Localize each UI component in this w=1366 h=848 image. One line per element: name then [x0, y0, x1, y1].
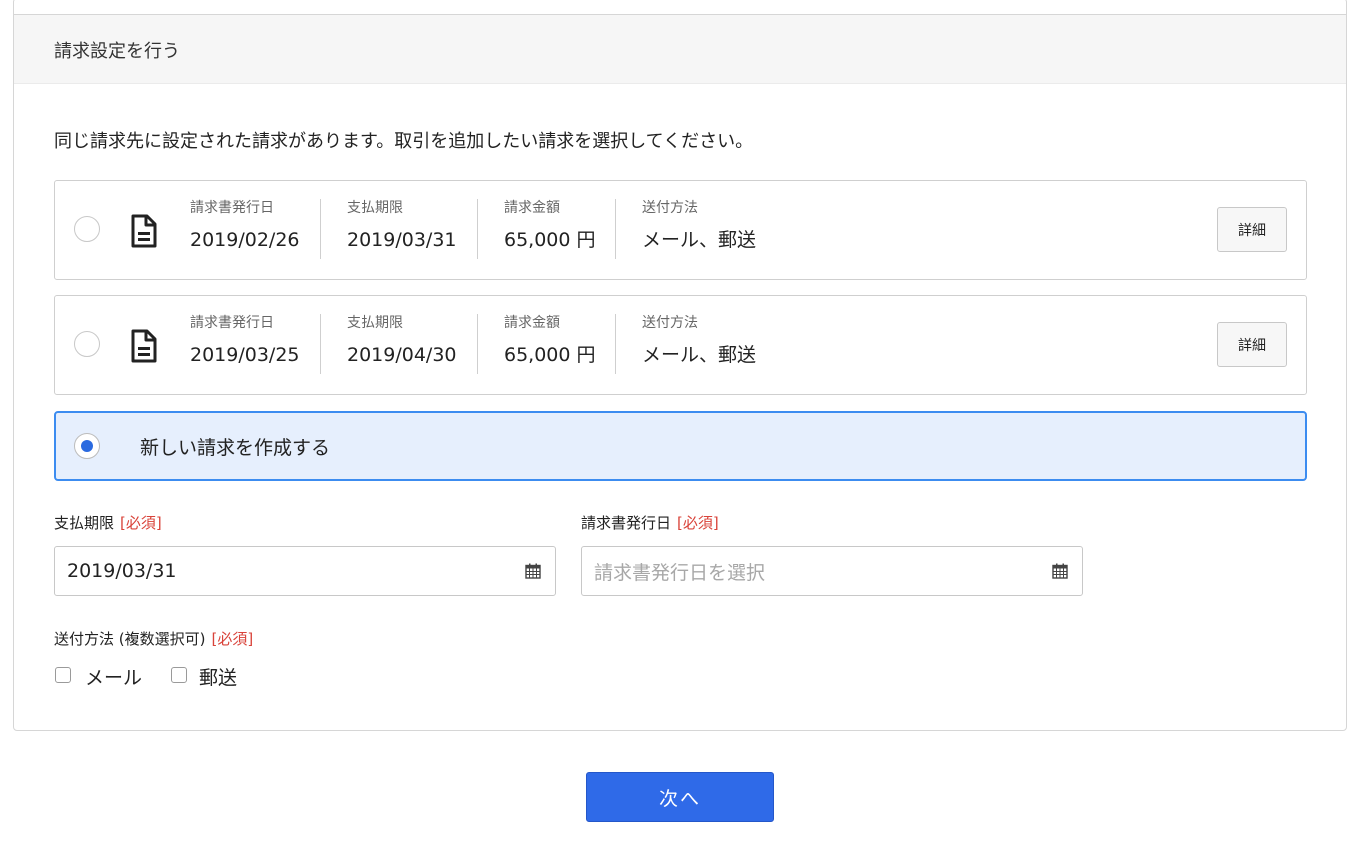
card-title: 請求設定を行う — [54, 41, 180, 62]
due-date-value: 2019/03/31 — [347, 229, 457, 251]
due-date-input-value: 2019/03/31 — [67, 560, 177, 582]
detail-button[interactable]: 詳細 — [1217, 207, 1287, 252]
method-form-label-text: 送付方法 (複数選択可) — [54, 630, 206, 648]
billing-settings-card: 請求設定を行う 同じ請求先に設定された請求があります。取引を追加したい請求を選択… — [13, 0, 1347, 731]
issue-date-field: 請求書発行日 2019/02/26 — [190, 199, 300, 261]
divider — [477, 199, 478, 259]
issue-date-input[interactable]: 請求書発行日を選択 — [581, 546, 1083, 596]
invoice-radio[interactable] — [74, 216, 100, 242]
issue-date-label: 請求書発行日 — [190, 315, 274, 331]
required-marker: [必須] — [211, 630, 254, 648]
amount-value: 65,000 円 — [504, 344, 596, 366]
new-invoice-option[interactable]: 新しい請求を作成する — [54, 411, 1307, 481]
amount-field: 請求金額 65,000 円 — [504, 314, 596, 376]
issue-date-form-label: 請求書発行日 [必須] — [581, 512, 719, 533]
method-value: メール、郵送 — [642, 344, 757, 366]
divider — [477, 314, 478, 374]
issue-date-value: 2019/03/25 — [190, 344, 300, 366]
method-form-label: 送付方法 (複数選択可) [必須] — [54, 628, 253, 649]
amount-label: 請求金額 — [504, 315, 560, 331]
intro-text: 同じ請求先に設定された請求があります。取引を追加したい請求を選択してください。 — [54, 131, 754, 152]
due-date-label: 支払期限 — [347, 200, 403, 216]
due-date-value: 2019/04/30 — [347, 344, 457, 366]
amount-label: 請求金額 — [504, 200, 560, 216]
divider — [320, 199, 321, 259]
issue-date-form-label-text: 請求書発行日 — [581, 514, 672, 532]
method-field: 送付方法 メール、郵送 — [642, 314, 756, 376]
due-date-form-label-text: 支払期限 — [54, 514, 115, 532]
detail-button[interactable]: 詳細 — [1217, 322, 1287, 367]
amount-field: 請求金額 65,000 円 — [504, 199, 596, 261]
invoice-option[interactable]: 請求書発行日 2019/02/26 支払期限 2019/03/31 請求金額 6… — [54, 180, 1307, 280]
method-value: メール、郵送 — [642, 229, 757, 251]
method-field: 送付方法 メール、郵送 — [642, 199, 756, 261]
amount-value: 65,000 円 — [504, 229, 596, 251]
new-invoice-radio[interactable] — [74, 433, 100, 459]
method-label: 送付方法 — [642, 200, 698, 216]
divider — [615, 314, 616, 374]
email-checkbox[interactable] — [55, 667, 71, 683]
due-date-field: 支払期限 2019/03/31 — [347, 199, 457, 261]
due-date-label: 支払期限 — [347, 315, 403, 331]
calendar-icon[interactable] — [1052, 563, 1068, 579]
issue-date-value: 2019/02/26 — [190, 229, 300, 251]
invoice-radio[interactable] — [74, 331, 100, 357]
required-marker: [必須] — [677, 514, 719, 532]
invoice-option[interactable]: 請求書発行日 2019/03/25 支払期限 2019/04/30 請求金額 6… — [54, 295, 1307, 395]
due-date-form-label: 支払期限 [必須] — [54, 512, 162, 533]
document-icon — [131, 329, 157, 363]
card-header: 請求設定を行う — [14, 14, 1346, 84]
new-invoice-label: 新しい請求を作成する — [140, 437, 331, 459]
divider — [320, 314, 321, 374]
issue-date-label: 請求書発行日 — [190, 200, 274, 216]
post-checkbox-label[interactable]: 郵送 — [199, 663, 237, 690]
divider — [615, 199, 616, 259]
required-marker: [必須] — [120, 514, 162, 532]
document-icon — [131, 214, 157, 248]
next-button[interactable]: 次へ — [586, 772, 774, 822]
email-checkbox-label[interactable]: メール — [85, 663, 142, 690]
issue-date-field: 請求書発行日 2019/03/25 — [190, 314, 300, 376]
issue-date-placeholder: 請求書発行日を選択 — [594, 561, 766, 584]
due-date-field: 支払期限 2019/04/30 — [347, 314, 457, 376]
calendar-icon[interactable] — [525, 563, 541, 579]
method-label: 送付方法 — [642, 315, 698, 331]
due-date-input[interactable]: 2019/03/31 — [54, 546, 556, 596]
post-checkbox[interactable] — [171, 667, 187, 683]
